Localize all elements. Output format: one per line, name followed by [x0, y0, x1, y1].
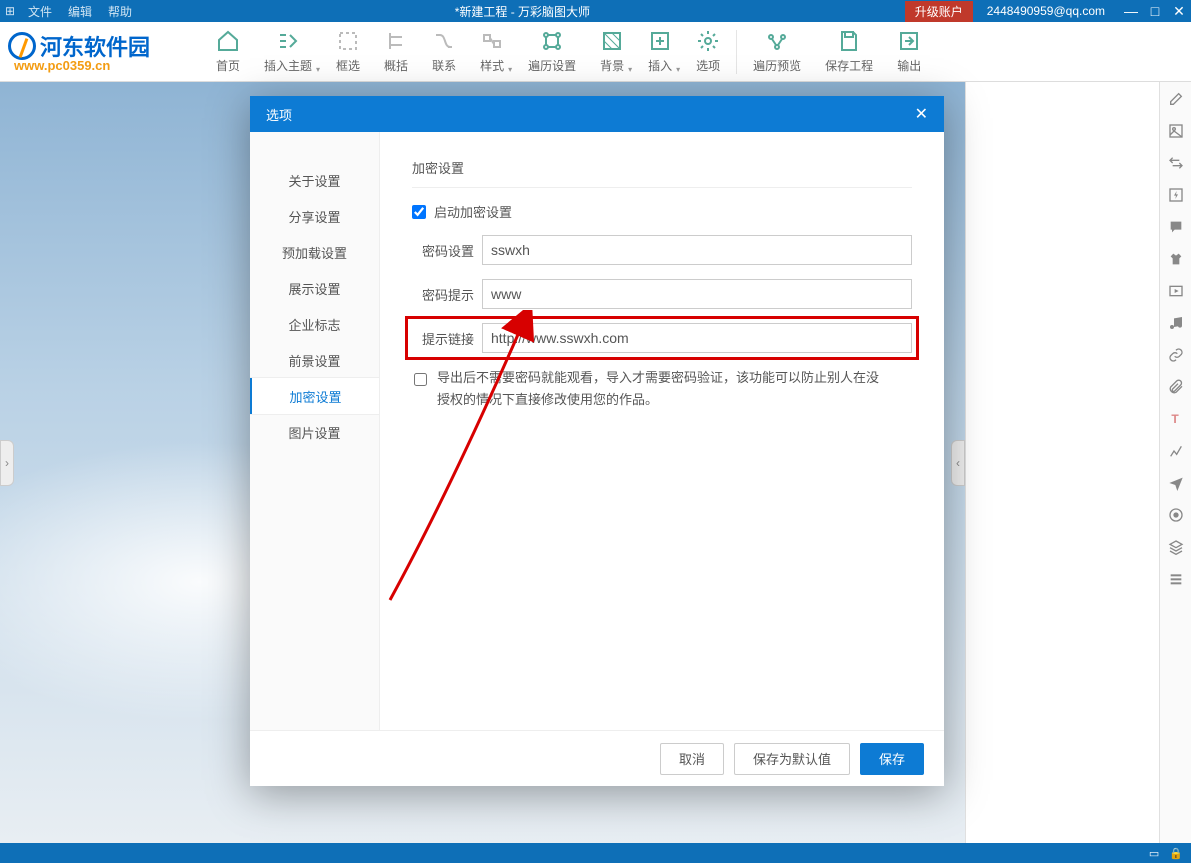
- left-panel-handle[interactable]: ›: [0, 440, 14, 486]
- right-panel-handle[interactable]: ‹: [951, 440, 965, 486]
- nav-image[interactable]: 图片设置: [250, 414, 379, 450]
- toolbar-save-project[interactable]: 保存工程: [813, 24, 885, 80]
- minimize-button[interactable]: —: [1119, 3, 1143, 19]
- hint-label: 密码提示: [412, 285, 482, 304]
- dialog-close-button[interactable]: ✕: [915, 104, 928, 124]
- titlebar: ⊞ 文件 编辑 帮助 *新建工程 - 万彩脑图大师 升级账户 244849095…: [0, 0, 1191, 22]
- toolbar-style[interactable]: 样式▾: [468, 24, 516, 80]
- toolbar-traverse-preview[interactable]: 遍历预览: [741, 24, 813, 80]
- nav-share[interactable]: 分享设置: [250, 198, 379, 234]
- svg-text:T: T: [1171, 412, 1179, 426]
- enable-encryption-label: 启动加密设置: [434, 202, 512, 221]
- statusbar: ▭ 🔒: [0, 843, 1191, 863]
- status-icon-2[interactable]: 🔒: [1169, 847, 1183, 860]
- options-dialog: 选项 ✕ 关于设置 分享设置 预加载设置 展示设置 企业标志 前景设置 加密设置…: [250, 96, 944, 786]
- image-icon[interactable]: [1167, 122, 1185, 140]
- hint-input[interactable]: [482, 279, 912, 309]
- logo: 河东软件园 www.pc0359.cn: [4, 24, 204, 80]
- account-label[interactable]: 2448490959@qq.com: [973, 4, 1119, 18]
- dialog-content: 加密设置 启动加密设置 密码设置 密码提示 提示链接 导出后: [380, 132, 944, 730]
- status-icon-1[interactable]: ▭: [1149, 847, 1159, 860]
- toolbar-insert-topic[interactable]: 插入主题▾: [252, 24, 324, 80]
- nav-encryption[interactable]: 加密设置: [250, 378, 379, 414]
- dialog-nav: 关于设置 分享设置 预加载设置 展示设置 企业标志 前景设置 加密设置 图片设置: [250, 132, 380, 730]
- attach-icon[interactable]: [1167, 378, 1185, 396]
- toolbar-summary[interactable]: 概括: [372, 24, 420, 80]
- toolbar-background[interactable]: 背景▾: [588, 24, 636, 80]
- toolbar: 河东软件园 www.pc0359.cn 首页 插入主题▾ 框选 概括 联系 样式…: [0, 22, 1191, 82]
- edit-icon[interactable]: [1167, 90, 1185, 108]
- password-label: 密码设置: [412, 241, 482, 260]
- layers-icon[interactable]: [1167, 538, 1185, 556]
- property-panel: [965, 82, 1159, 843]
- menu-edit[interactable]: 编辑: [60, 3, 100, 20]
- export-note-text: 导出后不需要密码就能观看，导入才需要密码验证，该功能可以防止别人在没授权的情况下…: [437, 367, 882, 411]
- plane-icon[interactable]: [1167, 474, 1185, 492]
- nav-foreground[interactable]: 前景设置: [250, 342, 379, 378]
- chart-icon[interactable]: [1167, 442, 1185, 460]
- save-default-button[interactable]: 保存为默认值: [734, 743, 850, 775]
- music-icon[interactable]: [1167, 314, 1185, 332]
- nav-logo[interactable]: 企业标志: [250, 306, 379, 342]
- dialog-footer: 取消 保存为默认值 保存: [250, 730, 944, 786]
- toolbar-export[interactable]: 输出: [885, 24, 933, 80]
- right-tool-panel: T: [1159, 82, 1191, 843]
- app-icon: ⊞: [0, 4, 20, 18]
- maximize-button[interactable]: □: [1143, 3, 1167, 19]
- logo-url: www.pc0359.cn: [8, 58, 204, 73]
- menu-help[interactable]: 帮助: [100, 3, 140, 20]
- hint-link-input[interactable]: [482, 323, 912, 353]
- link-icon[interactable]: [1167, 346, 1185, 364]
- swap-icon[interactable]: [1167, 154, 1185, 172]
- password-input[interactable]: [482, 235, 912, 265]
- upgrade-button[interactable]: 升级账户: [905, 1, 973, 22]
- export-no-password-checkbox[interactable]: [414, 373, 427, 386]
- dialog-title: 选项: [266, 105, 292, 124]
- toolbar-frame[interactable]: 框选: [324, 24, 372, 80]
- comment-icon[interactable]: [1167, 218, 1185, 236]
- nav-display[interactable]: 展示设置: [250, 270, 379, 306]
- toolbar-relation[interactable]: 联系: [420, 24, 468, 80]
- toolbar-home[interactable]: 首页: [204, 24, 252, 80]
- shirt-icon[interactable]: [1167, 250, 1185, 268]
- cancel-button[interactable]: 取消: [660, 743, 724, 775]
- save-button[interactable]: 保存: [860, 743, 924, 775]
- enable-encryption-checkbox[interactable]: [412, 205, 426, 219]
- hint-link-label: 提示链接: [412, 329, 482, 348]
- toolbar-options[interactable]: 选项: [684, 24, 732, 80]
- toolbar-insert[interactable]: 插入▾: [636, 24, 684, 80]
- record-icon[interactable]: [1167, 506, 1185, 524]
- nav-preload[interactable]: 预加载设置: [250, 234, 379, 270]
- close-window-button[interactable]: ✕: [1167, 3, 1191, 20]
- text-icon[interactable]: T: [1167, 410, 1185, 428]
- flash-icon[interactable]: [1167, 186, 1185, 204]
- video-icon[interactable]: [1167, 282, 1185, 300]
- nav-about[interactable]: 关于设置: [250, 162, 379, 198]
- list-icon[interactable]: [1167, 570, 1185, 588]
- dialog-header: 选项 ✕: [250, 96, 944, 132]
- menu-file[interactable]: 文件: [20, 3, 60, 20]
- toolbar-traverse-settings[interactable]: 遍历设置: [516, 24, 588, 80]
- window-title: *新建工程 - 万彩脑图大师: [140, 3, 905, 20]
- hint-link-highlight: 提示链接: [405, 316, 919, 360]
- section-title: 加密设置: [412, 158, 912, 188]
